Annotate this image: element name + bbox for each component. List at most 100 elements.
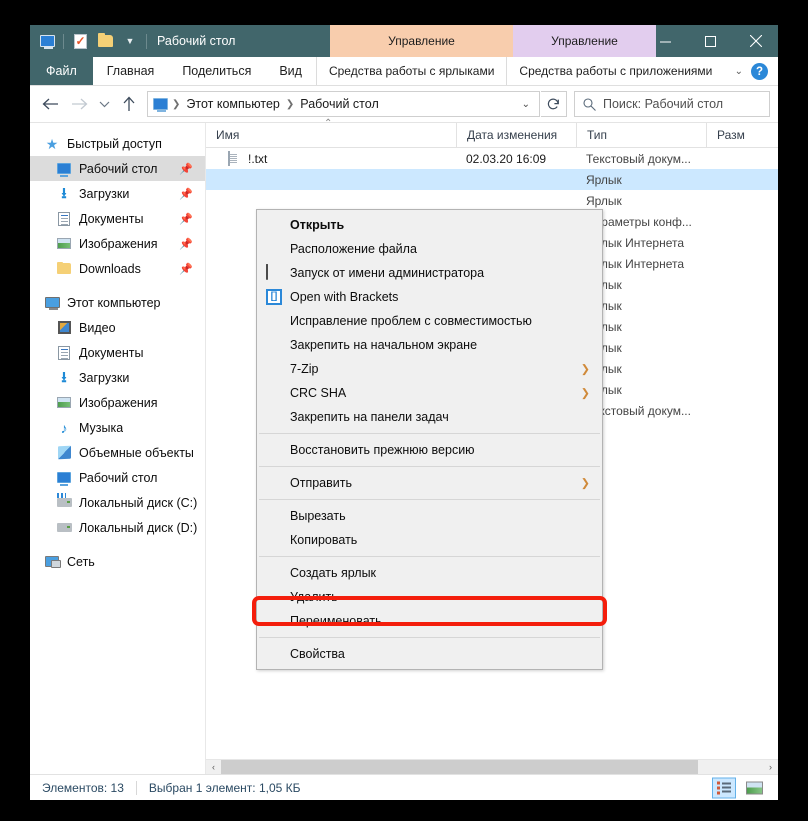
column-header-type[interactable]: Тип [576,123,706,147]
table-row[interactable]: !.txt 02.03.20 16:09 Текстовый докум... [206,148,778,169]
sidebar-item-music[interactable]: ♪ Музыка [30,415,205,440]
menu-item-send-to[interactable]: Отправить ❯ [257,471,602,495]
horizontal-scrollbar[interactable]: ‹ › [206,759,778,775]
contextual-tab-label: Управление [551,34,618,48]
up-button[interactable] [115,90,143,118]
sidebar-item-downloads[interactable]: ⭳ Загрузки 📌 [30,181,205,206]
desktop-icon[interactable] [36,29,58,53]
pin-icon[interactable]: 📌 [179,237,193,250]
new-folder-icon[interactable] [94,29,116,53]
maximize-icon[interactable] [688,25,733,57]
menu-separator [259,433,600,434]
menu-item-label: Запуск от имени администратора [290,266,485,280]
downloads-icon: ⭳ [61,185,67,202]
sidebar-item-documents-pc[interactable]: Документы [30,340,205,365]
sort-ascending-icon: ⌃ [324,118,333,129]
chevron-down-icon[interactable]: ⌄ [735,66,743,77]
scrollbar-thumb[interactable] [221,759,698,775]
sidebar-item-pictures[interactable]: Изображения 📌 [30,231,205,256]
menu-item-delete[interactable]: Удалить [257,585,602,609]
menu-item-restore-previous-version[interactable]: Восстановить прежнюю версию [257,438,602,462]
selection-info-label: Выбран 1 элемент: 1,05 КБ [148,780,301,795]
column-header-name[interactable]: Имя ⌃ [206,118,456,147]
brackets-icon: [] [266,289,282,305]
context-menu: Открыть Расположение файла Запуск от име… [256,209,603,670]
breadcrumb-this-pc[interactable]: Этот компьютер [184,97,281,111]
sidebar-item-desktop[interactable]: Рабочий стол 📌 [30,156,205,181]
menu-item-properties[interactable]: Свойства [257,642,602,666]
sidebar-item-label: Документы [79,345,144,360]
minimize-icon[interactable] [643,25,688,57]
contextual-subtab-group-shortcut: Средства работы с ярлыками [315,57,506,85]
menu-item-open-with-brackets[interactable]: [] Open with Brackets [257,285,602,309]
back-button[interactable] [36,90,64,118]
shield-icon [266,264,282,281]
customize-caret-icon[interactable]: ▼ [119,29,141,53]
sidebar-item-3d-objects[interactable]: Объемные объекты [30,440,205,465]
column-header-size[interactable]: Разм [706,123,778,147]
scrollbar-track[interactable] [221,759,763,775]
large-icons-view-button[interactable] [742,777,766,798]
recent-locations-button[interactable] [94,90,114,118]
cell-type: Ярлык [586,193,622,208]
contextual-tab-application-tools[interactable]: Управление [513,25,656,57]
scroll-right-icon[interactable]: › [763,759,778,775]
search-input[interactable]: Поиск: Рабочий стол [574,91,770,117]
sidebar-group-quick-access[interactable]: ★ Быстрый доступ [30,131,205,156]
table-row[interactable]: Ярлык [206,169,778,190]
menu-item-cut[interactable]: Вырезать [257,504,602,528]
menu-item-file-location[interactable]: Расположение файла [257,237,602,261]
title-bar: ▼ Рабочий стол Управление Управление [30,25,778,57]
column-header-date[interactable]: Дата изменения [456,123,576,147]
menu-item-7zip[interactable]: 7-Zip ❯ [257,357,602,381]
pin-icon[interactable]: 📌 [179,162,193,175]
sidebar-item-local-disk-d[interactable]: Локальный диск (D:) [30,515,205,540]
sidebar-item-downloads-folder[interactable]: Downloads 📌 [30,256,205,281]
menu-item-copy[interactable]: Копировать [257,528,602,552]
menu-item-label: Удалить [290,590,338,604]
documents-icon [56,211,72,227]
menu-item-pin-to-taskbar[interactable]: Закрепить на панели задач [257,405,602,429]
tab-shortcut-tools[interactable]: Средства работы с ярлыками [317,57,506,85]
help-icon[interactable]: ? [751,63,768,80]
tab-home[interactable]: Главная [93,57,169,85]
close-icon[interactable] [733,25,778,57]
menu-item-run-as-administrator[interactable]: Запуск от имени администратора [257,261,602,285]
breadcrumb-desktop[interactable]: Рабочий стол [298,97,380,111]
sidebar-group-this-pc[interactable]: Этот компьютер [30,290,205,315]
menu-separator [259,637,600,638]
sidebar-item-local-disk-c[interactable]: Локальный диск (C:) [30,490,205,515]
menu-item-pin-to-start[interactable]: Закрепить на начальном экране [257,333,602,357]
menu-item-crc-sha[interactable]: CRC SHA ❯ [257,381,602,405]
pin-icon[interactable]: 📌 [179,212,193,225]
properties-icon[interactable] [69,29,91,53]
menu-item-label: Создать ярлык [290,566,377,580]
contextual-tab-shortcut-tools[interactable]: Управление [330,25,513,57]
pin-icon[interactable]: 📌 [179,262,193,275]
table-row[interactable]: Ярлык [206,190,778,211]
menu-item-compatibility-troubleshoot[interactable]: Исправление проблем с совместимостью [257,309,602,333]
tab-share[interactable]: Поделиться [168,57,265,85]
address-bar: ❯ Этот компьютер ❯ Рабочий стол ⌄ Поиск:… [30,86,778,122]
sidebar-group-network[interactable]: Сеть [30,549,205,574]
menu-item-create-shortcut[interactable]: Создать ярлык [257,561,602,585]
scroll-left-icon[interactable]: ‹ [206,759,221,775]
text-file-icon [228,151,242,166]
refresh-button[interactable] [541,91,567,117]
address-field[interactable]: ❯ Этот компьютер ❯ Рабочий стол ⌄ [147,91,540,117]
sidebar-item-label: Загрузки [79,370,130,385]
sidebar-item-documents[interactable]: Документы 📌 [30,206,205,231]
tab-view[interactable]: Вид [265,57,316,85]
details-view-button[interactable] [712,777,736,798]
file-explorer-window: ▼ Рабочий стол Управление Управление [30,25,778,800]
tab-file[interactable]: Файл [30,57,93,85]
sidebar-item-videos[interactable]: Видео [30,315,205,340]
pin-icon[interactable]: 📌 [179,187,193,200]
tab-application-tools[interactable]: Средства работы с приложениями [507,57,724,85]
menu-item-open[interactable]: Открыть [257,213,602,237]
address-dropdown-icon[interactable]: ⌄ [515,99,537,110]
sidebar-item-downloads-pc[interactable]: ⭳ Загрузки [30,365,205,390]
sidebar-item-desktop-pc[interactable]: Рабочий стол [30,465,205,490]
sidebar-item-pictures-pc[interactable]: Изображения [30,390,205,415]
menu-item-rename[interactable]: Переименовать [257,609,602,633]
